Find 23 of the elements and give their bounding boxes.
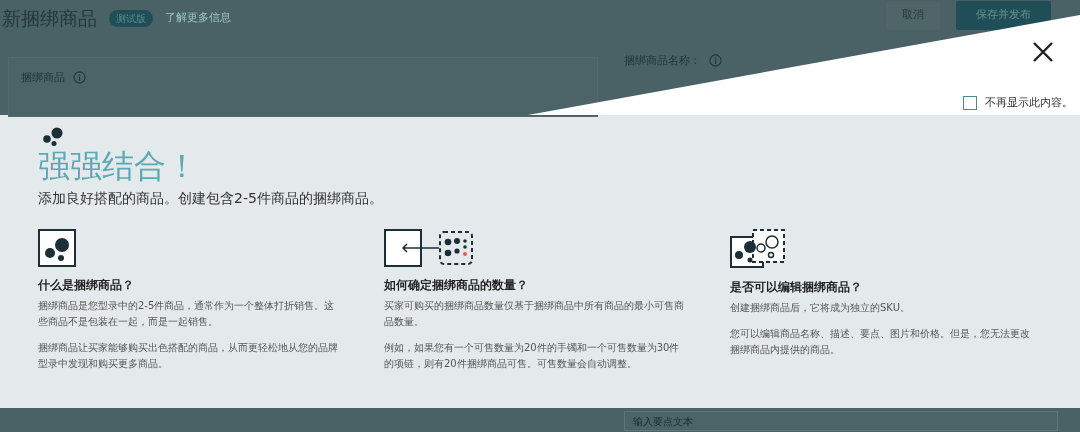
close-button[interactable] xyxy=(1032,39,1054,61)
section-paragraph: 您可以编辑商品名称、描述、要点、图片和价格。但是，您无法更改捆绑商品内提供的商品。 xyxy=(730,327,1030,358)
bubbles-icon xyxy=(42,127,64,147)
section-paragraph: 捆绑商品是您型录中的2-5件商品，通常作为一个整体打折销售。这些商品不是包装在一起，而是一起销售。 xyxy=(38,299,336,330)
section-paragraph: 买家可购买的捆绑商品数量仅基于捆绑商品中所有商品的最小可售商品数量。 xyxy=(384,299,684,330)
modal-title: 强强结合！ xyxy=(38,149,199,185)
section-heading: 是否可以编辑捆绑商品？ xyxy=(730,279,863,297)
checkbox[interactable] xyxy=(963,96,977,111)
section-heading: 如何确定捆绑商品的数量？ xyxy=(384,277,529,295)
learn-more-link[interactable]: 了解更多信息 xyxy=(165,10,231,27)
modal-subtitle: 添加良好搭配的商品。创建包含2-5件商品的捆绑商品。 xyxy=(38,189,384,209)
section-paragraph: 捆绑商品让买家能够购买出色搭配的商品，从而更轻松地从您的品牌型录中发现和购买更多商品。 xyxy=(38,341,338,372)
section-paragraph: 例如，如果您有一个可售数量为20件的手镯和一个可售数量为30件的项链，则有20件捆绑商品可售。可售数量会自动调整。 xyxy=(384,341,681,372)
bubbles-icon xyxy=(38,229,76,268)
section-paragraph: 创建捆绑商品后，它将成为独立的SKU。 xyxy=(730,301,911,316)
close-icon xyxy=(1032,40,1054,63)
bubbles-edit-icon xyxy=(730,229,786,270)
quantity-diagram-icon xyxy=(384,229,474,268)
info-icon[interactable] xyxy=(73,71,86,85)
section-heading: 什么是捆绑商品？ xyxy=(38,277,135,295)
save-publish-button[interactable]: 保存并发布 xyxy=(956,1,1051,30)
checkbox-label: 不再显示此内容。 xyxy=(985,95,1073,111)
info-icon[interactable] xyxy=(709,54,722,68)
